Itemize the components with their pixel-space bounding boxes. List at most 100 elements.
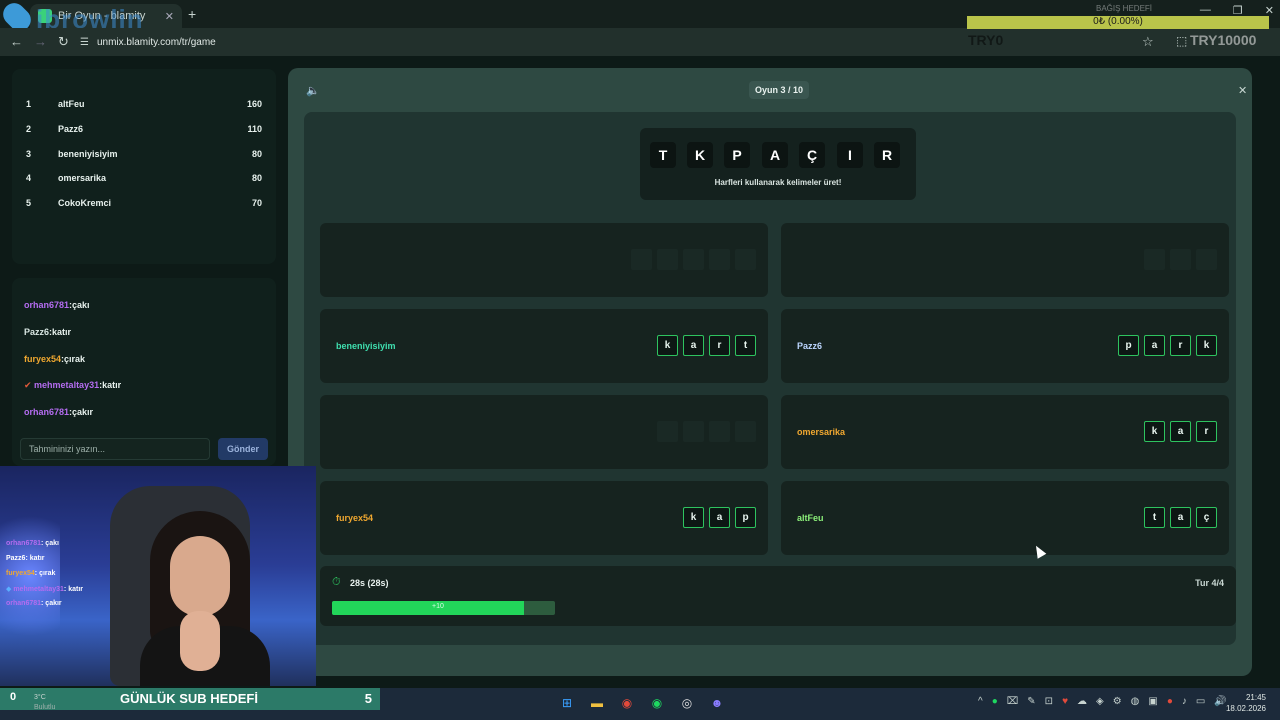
progress-fill: +10 — [332, 601, 524, 615]
word-letter-tile: k — [683, 507, 704, 528]
chat-user: mehmetaltay31 — [13, 586, 64, 593]
chat-text: :katır — [99, 380, 122, 390]
system-tray: ^ ● ⌧ ✎ ⊡ ♥ ☁ ◈ ⚙ ◍ ▣ ● ♪ ▭ 🔊 — [978, 696, 1227, 707]
round-badge: Oyun 3 / 10 — [749, 81, 810, 99]
pen-icon[interactable]: ✎ — [1027, 696, 1035, 707]
volume-tray-icon[interactable]: 🔊 — [1214, 696, 1226, 707]
player-name: CokoKremci — [58, 198, 112, 208]
chat-user: mehmetaltay31 — [34, 380, 100, 390]
player-points: 160 — [246, 99, 262, 109]
player-card: omersarika k a r — [781, 395, 1229, 469]
empty-letter-slot — [631, 249, 652, 270]
word-letter-tile: ç — [1196, 507, 1217, 528]
security-icon[interactable]: ◍ — [1131, 696, 1140, 707]
letter-pool: T K P A Ç I R Harfleri kullanarak kelime… — [640, 128, 916, 200]
player-card: beneniyisiyim k a r t — [320, 309, 768, 383]
site-info-icon[interactable]: ☰ — [80, 37, 89, 48]
player-points: 80 — [251, 149, 262, 159]
player-card-name: furyex54 — [336, 513, 374, 523]
weather-temp: 3°C — [34, 694, 46, 701]
word-letter-tile: a — [1170, 421, 1191, 442]
settings-tray-icon[interactable]: ⚙ — [1113, 696, 1122, 707]
close-tab-icon[interactable]: ✕ — [165, 10, 174, 23]
game-panel: 🔈 Oyun 3 / 10 ✕ T K P A Ç I R Harfleri k… — [288, 68, 1252, 676]
letter-tile: I — [837, 142, 863, 168]
send-button[interactable]: Gönder — [218, 438, 268, 460]
word-letter-tile: k — [1144, 421, 1165, 442]
chat-user: Pazz6 — [24, 327, 50, 337]
webcam-chat-line: ◆ mehmetaltay31: katır — [6, 585, 83, 593]
word-slots — [1144, 249, 1217, 270]
word-letter-tile: t — [735, 335, 756, 356]
chat-text: :çakı — [69, 300, 90, 310]
forward-icon[interactable]: → — [34, 34, 47, 49]
url-text: unmix.blamity.com/tr/game — [96, 36, 216, 48]
donation-label: BAĞIŞ HEDEFİ — [1096, 4, 1153, 13]
back-icon[interactable]: ← — [10, 34, 23, 49]
volume-icon[interactable]: 🔈 — [306, 84, 320, 97]
chat-message: furyex54:çırak — [24, 354, 85, 364]
guess-input[interactable]: Tahmininizi yazın... — [20, 438, 210, 460]
empty-letter-slot — [735, 421, 756, 442]
empty-letter-slot — [1196, 249, 1217, 270]
address-bar[interactable]: ☰ unmix.blamity.com/tr/game — [80, 32, 940, 52]
taskbar: 0 3°C Bulutlu GÜNLÜK SUB HEDEFİ 5 ⊞ ▬ ◉ … — [0, 688, 1280, 720]
windows-start-icon[interactable]: ⊞ — [558, 694, 576, 712]
player-card-name: beneniyisiyim — [336, 341, 396, 351]
empty-letter-slot — [709, 249, 730, 270]
player-name: altFeu — [58, 99, 85, 109]
word-letter-tile: k — [1196, 335, 1217, 356]
extensions-icon[interactable]: ⬚ — [1176, 34, 1187, 48]
chevron-up-icon[interactable]: ^ — [978, 696, 983, 707]
progress-label: +10 — [432, 603, 444, 610]
leaderboard-row: 5 CokoKremci 70 — [26, 194, 262, 212]
cloud-icon[interactable]: ☁ — [1077, 696, 1087, 707]
app-tray-icon[interactable]: ◈ — [1096, 696, 1104, 707]
word-letter-tile: a — [1170, 507, 1191, 528]
chat-text: : katır — [25, 555, 45, 562]
game-board: T K P A Ç I R Harfleri kullanarak kelime… — [304, 112, 1236, 645]
sub-goal-current: 0 — [10, 691, 17, 703]
close-icon[interactable]: ✕ — [1238, 84, 1247, 97]
reload-icon[interactable]: ↻ — [58, 34, 69, 50]
clock-time: 21:45 — [1245, 693, 1266, 702]
network-icon[interactable]: ⊡ — [1045, 696, 1053, 707]
word-slots — [657, 421, 756, 442]
leaderboard-row: 1 altFeu 160 — [26, 95, 262, 113]
window-tray-icon[interactable]: ▣ — [1148, 696, 1157, 707]
empty-letter-slot — [683, 421, 704, 442]
spotify-icon[interactable]: ◉ — [648, 694, 666, 712]
chat-user: furyex54 — [6, 570, 35, 577]
spotify-tray-icon[interactable]: ● — [992, 696, 998, 707]
taskbar-apps: ⊞ ▬ ◉ ◉ ◎ ☻ — [558, 694, 726, 712]
chat-text: : çakır — [41, 600, 62, 607]
letter-tile: R — [874, 142, 900, 168]
chat-user: orhan6781 — [6, 600, 42, 607]
donation-max: TRY10000 — [1190, 32, 1257, 48]
display-icon[interactable]: ▭ — [1196, 696, 1205, 707]
chat-text: :katır — [49, 327, 72, 337]
tray-app-icon[interactable]: ⌧ — [1007, 696, 1019, 707]
word-letter-tile: r — [709, 335, 730, 356]
player-points: 110 — [247, 124, 262, 134]
microphone-icon[interactable]: ♪ — [1182, 696, 1187, 707]
new-tab-icon[interactable]: + — [188, 6, 196, 22]
chat-text: : çırak — [34, 570, 56, 577]
file-explorer-icon[interactable]: ▬ — [588, 694, 606, 712]
clock[interactable]: 21:45 18.02.2026 — [1226, 692, 1266, 714]
shield-icon[interactable]: ♥ — [1062, 696, 1068, 707]
record-icon[interactable]: ● — [1167, 696, 1173, 707]
letter-tile: Ç — [799, 142, 825, 168]
player-card — [781, 223, 1229, 297]
chrome-icon[interactable]: ◉ — [618, 694, 636, 712]
leaderboard-row: 2 Pazz6 110 — [26, 120, 262, 138]
bookmark-star-icon[interactable]: ☆ — [1142, 34, 1154, 50]
obs-icon[interactable]: ◎ — [678, 694, 696, 712]
empty-letter-slot — [683, 249, 704, 270]
donation-bar: 0₺ (0.00%) — [967, 16, 1269, 29]
chat-message: Pazz6:katır — [24, 327, 71, 337]
word-slots: kap — [683, 507, 756, 528]
player-card — [320, 223, 768, 297]
empty-letter-slot — [1170, 249, 1191, 270]
discord-icon[interactable]: ☻ — [708, 694, 726, 712]
